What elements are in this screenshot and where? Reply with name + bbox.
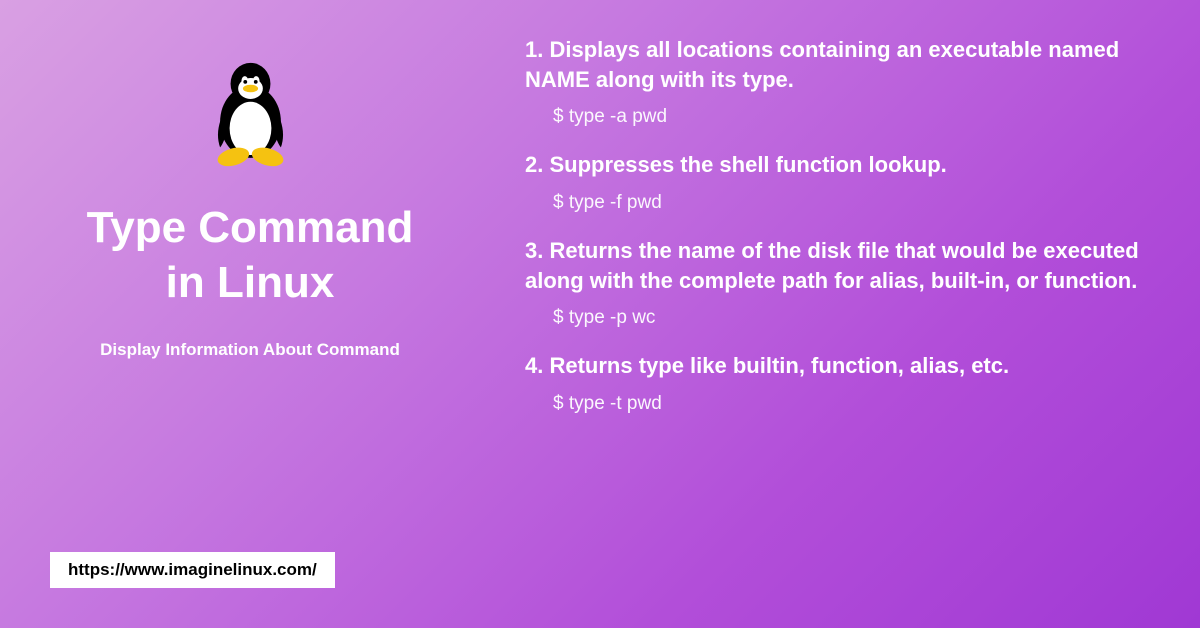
title-line-1: Type Command (87, 200, 414, 255)
item-command: $ type -t pwd (525, 393, 1165, 415)
tux-penguin-icon (203, 60, 298, 170)
item-heading: 2. Suppresses the shell function lookup. (525, 150, 1165, 180)
title-line-2: in Linux (87, 255, 414, 310)
item-heading: 1. Displays all locations containing an … (525, 35, 1165, 94)
item-heading: 4. Returns type like builtin, function, … (525, 351, 1165, 381)
list-item: 4. Returns type like builtin, function, … (525, 351, 1165, 415)
source-url: https://www.imaginelinux.com/ (50, 552, 335, 588)
item-heading: 3. Returns the name of the disk file tha… (525, 236, 1165, 295)
left-panel: Type Command in Linux Display Informatio… (0, 0, 500, 628)
list-item: 3. Returns the name of the disk file tha… (525, 236, 1165, 329)
page-title: Type Command in Linux (87, 200, 414, 310)
item-command: $ type -p wc (525, 307, 1165, 329)
page-subtitle: Display Information About Command (100, 340, 400, 360)
item-command: $ type -f pwd (525, 192, 1165, 214)
right-panel: 1. Displays all locations containing an … (500, 0, 1200, 628)
item-command: $ type -a pwd (525, 106, 1165, 128)
list-item: 2. Suppresses the shell function lookup.… (525, 150, 1165, 214)
list-item: 1. Displays all locations containing an … (525, 35, 1165, 128)
